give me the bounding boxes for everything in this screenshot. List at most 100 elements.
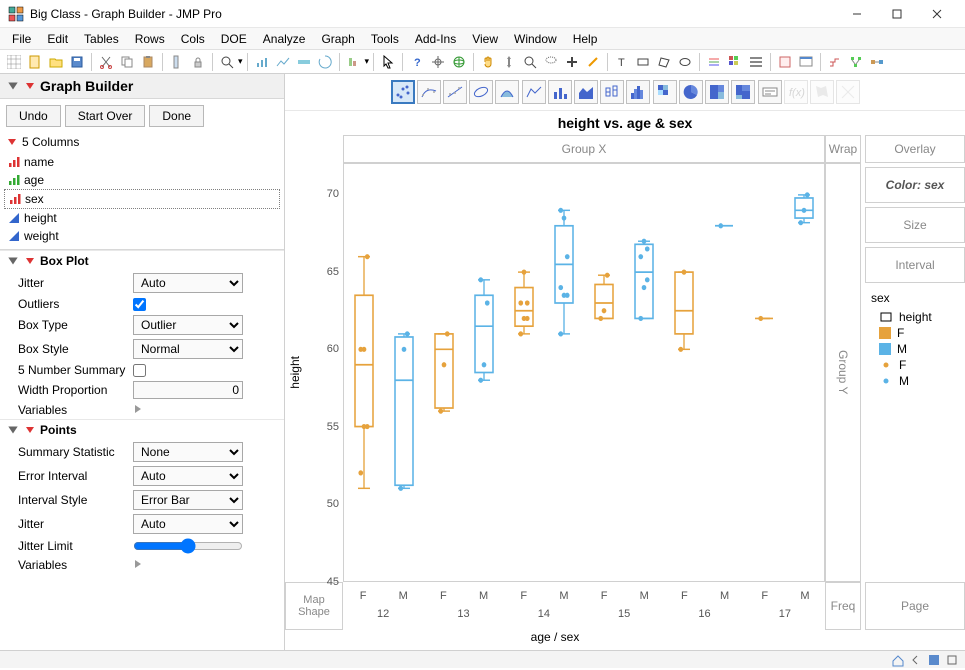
back-icon[interactable] [909,653,923,667]
freq-dropzone[interactable]: Freq [825,582,861,630]
menu-tables[interactable]: Tables [76,30,127,48]
column-height[interactable]: height [4,209,280,227]
tool-dendro-icon[interactable] [825,52,845,72]
undo-button[interactable]: Undo [6,105,61,127]
menu-doe[interactable]: DOE [213,30,255,48]
columns-options-icon[interactable] [6,136,18,148]
tool-chart1-icon[interactable] [252,52,272,72]
maximize-button[interactable] [877,0,917,28]
tool-rect-icon[interactable] [633,52,653,72]
tool-zoom2-icon[interactable] [520,52,540,72]
disclose-triangle-icon[interactable] [6,79,20,93]
tool-paste-icon[interactable] [138,52,158,72]
close-button[interactable] [917,0,957,28]
palette-histogram-icon[interactable] [626,80,650,104]
menu-rows[interactable]: Rows [127,30,173,48]
tool-tree-icon[interactable] [846,52,866,72]
tool-globe-icon[interactable] [449,52,469,72]
tool-save-icon[interactable] [67,52,87,72]
wrap-dropzone[interactable]: Wrap [825,135,861,163]
outliers-checkbox[interactable] [133,298,146,311]
tool-scroll-icon[interactable] [499,52,519,72]
palette-map-icon[interactable] [810,80,834,104]
size-dropzone[interactable]: Size [865,207,965,243]
minimize-button[interactable] [837,0,877,28]
menu-window[interactable]: Window [506,30,565,48]
boxplot-options-icon[interactable] [24,255,36,267]
menu-view[interactable]: View [464,30,506,48]
tool-script-icon[interactable] [775,52,795,72]
variables-disclose-icon[interactable] [133,403,143,417]
tool-hand-icon[interactable] [478,52,498,72]
column-name[interactable]: name [4,153,280,171]
tool-chart4-icon[interactable] [315,52,335,72]
interval-style-select[interactable]: Error Bar [133,490,243,510]
tool-distribution-icon[interactable] [344,52,364,72]
legend-item[interactable]: F [871,357,959,373]
tool-text-icon[interactable]: T [612,52,632,72]
legend-item[interactable]: F [871,325,959,341]
plot-area[interactable] [343,163,825,582]
page-dropzone[interactable]: Page [865,582,965,630]
palette-smoother-icon[interactable] [417,80,441,104]
tool-open-icon[interactable] [46,52,66,72]
palette-boxplot-icon[interactable] [600,80,624,104]
tool-bars-icon[interactable] [704,52,724,72]
tool-pointer-icon[interactable] [378,52,398,72]
options-red-triangle-icon[interactable] [24,80,36,92]
tool-list-icon[interactable] [746,52,766,72]
palette-contour-icon[interactable] [495,80,519,104]
tool-chart3-icon[interactable] [294,52,314,72]
jitter-limit-slider[interactable] [133,538,243,554]
palette-ellipse-icon[interactable] [469,80,493,104]
done-button[interactable]: Done [149,105,204,127]
palette-heatmap-icon[interactable] [653,80,677,104]
menu-graph[interactable]: Graph [313,30,362,48]
tool-window-icon[interactable] [796,52,816,72]
column-sex[interactable]: sex [4,189,280,209]
column-age[interactable]: age [4,171,280,189]
group-x-dropzone[interactable]: Group X [343,135,825,163]
legend-item[interactable]: height [871,309,959,325]
widthprop-input[interactable] [133,381,243,399]
tool-grid-icon[interactable] [4,52,24,72]
tool-crosshair-icon[interactable] [428,52,448,72]
points-section-header[interactable]: Points [0,420,284,440]
tool-brush-icon[interactable] [583,52,603,72]
status-box-icon[interactable] [945,653,959,667]
menu-edit[interactable]: Edit [39,30,76,48]
tool-help-icon[interactable]: ? [407,52,427,72]
palette-treemap-icon[interactable] [705,80,729,104]
tool-new-icon[interactable] [25,52,45,72]
tool-cut-icon[interactable] [96,52,116,72]
palette-regression-icon[interactable] [443,80,467,104]
palette-pie-icon[interactable] [679,80,703,104]
tool-chart2-icon[interactable] [273,52,293,72]
home-icon[interactable] [891,653,905,667]
map-shape-dropzone[interactable]: Map Shape [285,582,343,630]
palette-line-icon[interactable] [522,80,546,104]
boxtype-select[interactable]: Outlier [133,315,243,335]
disclose-icon[interactable] [6,254,20,268]
palette-bar-icon[interactable] [548,80,572,104]
tool-oval-icon[interactable] [675,52,695,72]
disclose-icon[interactable] [6,423,20,437]
legend-item[interactable]: M [871,373,959,389]
error-interval-select[interactable]: Auto [133,466,243,486]
fivenum-checkbox[interactable] [133,364,146,377]
status-save-icon[interactable] [927,653,941,667]
overlay-dropzone[interactable]: Overlay [865,135,965,163]
palette-caption-icon[interactable] [758,80,782,104]
tool-poly-icon[interactable] [654,52,674,72]
legend-item[interactable]: M [871,341,959,357]
tool-lock-icon[interactable] [188,52,208,72]
menu-add-ins[interactable]: Add-Ins [407,30,464,48]
menu-tools[interactable]: Tools [363,30,407,48]
points-options-icon[interactable] [24,424,36,436]
tool-selectcol-icon[interactable] [167,52,187,72]
menu-cols[interactable]: Cols [173,30,213,48]
start-over-button[interactable]: Start Over [65,105,146,127]
tool-lasso-icon[interactable] [541,52,561,72]
menu-help[interactable]: Help [565,30,606,48]
points-variables-disclose-icon[interactable] [133,558,143,572]
